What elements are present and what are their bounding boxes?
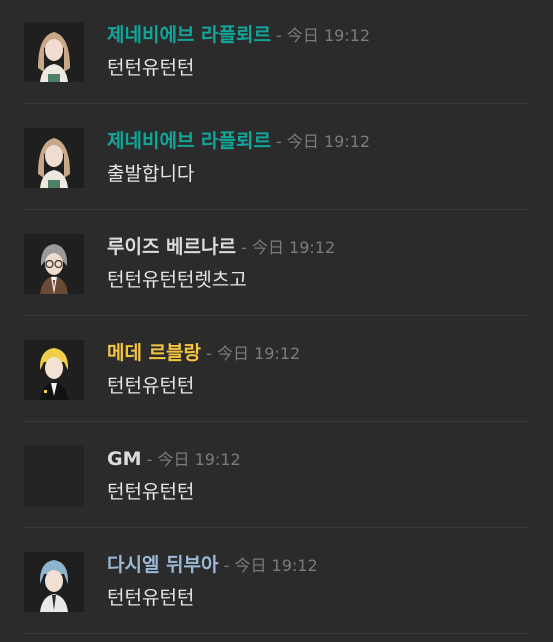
chat-log: 제네비에브 라플뢰르 - 今日 19:12 턴턴유턴턴 제네비에브 라플뢰르 -…	[0, 0, 553, 642]
message-header: 메데 르블랑 - 今日 19:12	[107, 341, 300, 366]
message-header: 제네비에브 라플뢰르 - 今日 19:12	[107, 23, 370, 48]
timestamp: 今日 19:12	[216, 344, 301, 363]
message-header: 제네비에브 라플뢰르 - 今日 19:12	[107, 129, 370, 154]
author-name[interactable]: 제네비에브 라플뢰르	[107, 130, 271, 152]
header-separator: -	[276, 132, 282, 151]
divider	[24, 633, 529, 634]
avatar[interactable]	[24, 446, 84, 506]
blank-avatar-icon	[24, 446, 84, 506]
character-portrait-long-hair-icon	[24, 128, 84, 188]
timestamp: 今日 19:12	[251, 238, 336, 257]
header-separator: -	[223, 556, 230, 575]
chat-message: 제네비에브 라플뢰르 - 今日 19:12 출발합니다	[0, 106, 553, 212]
timestamp: 今日 19:12	[234, 556, 318, 575]
timestamp: 今日 19:12	[157, 450, 241, 469]
divider	[24, 421, 529, 422]
character-portrait-blonde-icon	[24, 340, 84, 400]
character-portrait-glasses-icon	[24, 234, 84, 294]
header-separator: -	[241, 238, 247, 257]
message-header: 다시엘 뒤부아 - 今日 19:12	[107, 553, 318, 578]
chat-message: 메데 르블랑 - 今日 19:12 턴턴유턴턴	[0, 318, 553, 424]
message-text: 턴턴유턴턴	[107, 57, 195, 79]
message-text: 턴턴유턴턴	[107, 587, 195, 609]
chat-message: 루이즈 베르나르 - 今日 19:12 턴턴유턴턴렛츠고	[0, 212, 553, 318]
chat-message: 제네비에브 라플뢰르 - 今日 19:12 턴턴유턴턴	[0, 0, 553, 106]
avatar[interactable]	[24, 552, 84, 612]
avatar[interactable]	[24, 22, 84, 82]
message-text: 출발합니다	[107, 163, 195, 185]
message-text: 턴턴유턴턴	[107, 481, 195, 503]
timestamp: 今日 19:12	[286, 132, 371, 151]
header-separator: -	[276, 26, 282, 45]
header-separator: -	[206, 344, 212, 363]
author-name[interactable]: 다시엘 뒤부아	[107, 554, 219, 576]
message-text: 턴턴유턴턴렛츠고	[107, 269, 247, 291]
header-separator: -	[146, 450, 153, 469]
divider	[24, 315, 529, 316]
character-portrait-long-hair-icon	[24, 22, 84, 82]
message-header: GM - 今日 19:12	[107, 447, 241, 472]
avatar[interactable]	[24, 128, 84, 188]
timestamp: 今日 19:12	[286, 26, 371, 45]
author-name[interactable]: 메데 르블랑	[107, 342, 201, 364]
author-name[interactable]: 제네비에브 라플뢰르	[107, 24, 271, 46]
chat-message: GM - 今日 19:12 턴턴유턴턴	[0, 424, 553, 530]
divider	[24, 209, 529, 210]
avatar[interactable]	[24, 340, 84, 400]
chat-message: 다시엘 뒤부아 - 今日 19:12 턴턴유턴턴	[0, 530, 553, 636]
divider	[24, 103, 529, 104]
divider	[24, 527, 529, 528]
message-header: 루이즈 베르나르 - 今日 19:12	[107, 235, 335, 260]
author-name[interactable]: GM	[107, 448, 142, 470]
character-portrait-blue-hair-icon	[24, 552, 84, 612]
avatar[interactable]	[24, 234, 84, 294]
author-name[interactable]: 루이즈 베르나르	[107, 236, 236, 258]
message-text: 턴턴유턴턴	[107, 375, 195, 397]
